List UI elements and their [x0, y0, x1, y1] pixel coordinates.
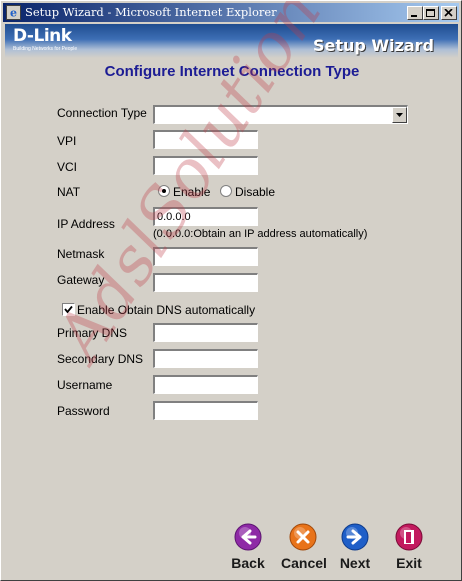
nat-enable-radio[interactable]: [158, 185, 170, 197]
gateway-label: Gateway: [57, 273, 105, 287]
radio-selected-dot: [162, 189, 166, 193]
cancel-icon: [289, 523, 317, 551]
window-title: Setup Wizard - Microsoft Internet Explor…: [25, 5, 277, 19]
close-icon: [444, 9, 453, 17]
password-input[interactable]: [153, 401, 258, 420]
exit-label: Exit: [396, 555, 422, 571]
ip-address-label: IP Address: [57, 217, 115, 231]
close-button[interactable]: [441, 6, 457, 20]
primary-dns-label: Primary DNS: [57, 326, 128, 340]
back-label: Back: [231, 555, 265, 571]
dlink-banner: D-Link Building Networks for People Setu…: [5, 24, 458, 58]
vci-label: VCI: [57, 160, 78, 174]
minimize-button[interactable]: [407, 6, 423, 20]
logo-tagline: Building Networks for People: [13, 46, 78, 52]
dns-auto-label: Enable Obtain DNS automatically: [77, 303, 256, 317]
nat-label: NAT: [57, 185, 81, 199]
username-input[interactable]: [153, 375, 258, 394]
nat-disable-label: Disable: [235, 185, 276, 199]
chevron-down-icon: [396, 113, 403, 117]
dns-auto-checkbox[interactable]: [62, 303, 75, 316]
exit-icon: [395, 523, 423, 551]
nat-enable-label: Enable: [173, 185, 211, 199]
maximize-button[interactable]: [423, 6, 439, 20]
cancel-label: Cancel: [281, 555, 327, 571]
ie-icon: e: [6, 5, 21, 20]
secondary-dns-input[interactable]: [153, 349, 258, 368]
vci-input[interactable]: [153, 156, 258, 175]
ip-address-input[interactable]: [153, 207, 258, 226]
nat-disable-radio[interactable]: [220, 185, 232, 197]
primary-dns-input[interactable]: [153, 323, 258, 342]
netmask-label: Netmask: [57, 247, 105, 261]
next-label: Next: [339, 555, 371, 571]
dropdown-button[interactable]: [392, 107, 407, 123]
minimize-icon: [411, 15, 417, 17]
page-title: Configure Internet Connection Type: [104, 63, 360, 80]
netmask-input[interactable]: [153, 247, 258, 266]
gateway-input[interactable]: [153, 273, 258, 292]
back-button[interactable]: Back: [226, 523, 270, 571]
wizard-title: Setup Wizard: [312, 36, 434, 55]
maximize-icon: [426, 9, 435, 17]
secondary-dns-label: Secondary DNS: [57, 352, 144, 366]
dlink-logo: D-Link: [13, 26, 72, 46]
checkmark-icon: [64, 305, 73, 314]
exit-button[interactable]: Exit: [387, 523, 431, 571]
cancel-button[interactable]: Cancel: [281, 523, 327, 571]
next-button[interactable]: Next: [333, 523, 377, 571]
vpi-label: VPI: [57, 134, 77, 148]
ie-window: e Setup Wizard - Microsoft Internet Expl…: [0, 0, 462, 581]
connection-type-label: Connection Type: [57, 106, 147, 120]
connection-type-select[interactable]: [153, 105, 408, 124]
back-icon: [234, 523, 262, 551]
next-icon: [341, 523, 369, 551]
title-bar: e Setup Wizard - Microsoft Internet Expl…: [3, 3, 459, 22]
ip-address-hint: (0.0.0.0:Obtain an IP address automatica…: [153, 228, 368, 240]
vpi-input[interactable]: [153, 130, 258, 149]
username-label: Username: [57, 378, 113, 392]
svg-text:e: e: [10, 7, 17, 20]
password-label: Password: [57, 404, 110, 418]
